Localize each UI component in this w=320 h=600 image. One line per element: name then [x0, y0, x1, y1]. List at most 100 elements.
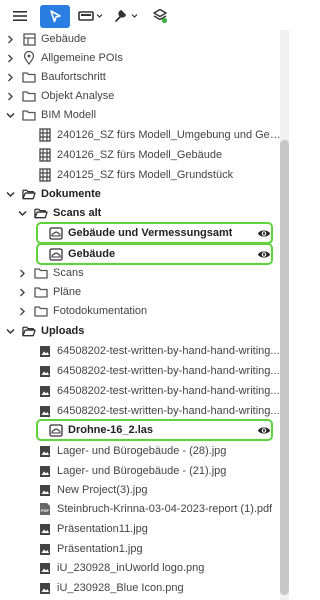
- tree-item-label: Uploads: [41, 325, 85, 337]
- tree-item-label: Gebäude und Vermessungsamt: [68, 227, 233, 239]
- tree-item[interactable]: Objekt Analyse: [0, 87, 290, 106]
- tree-item[interactable]: 64508202-test-written-by-hand-hand-writi…: [0, 362, 290, 381]
- folder-icon: [22, 70, 36, 84]
- image-file-icon: [38, 404, 52, 418]
- tree-item[interactable]: 64508202-test-written-by-hand-hand-writi…: [0, 402, 290, 421]
- image-file-icon: [38, 344, 52, 358]
- tree-item-label: Allgemeine POIs: [41, 52, 123, 64]
- tree-item-label: 64508202-test-written-by-hand-hand-writi…: [57, 365, 280, 377]
- chevron-right-icon[interactable]: [17, 306, 27, 316]
- eye-icon[interactable]: [257, 248, 271, 261]
- tree-item-label: Dokumente: [41, 188, 101, 200]
- tree-item-label: Scans alt: [53, 207, 102, 219]
- tree-item-label: iU_230928_Blue Icon.png: [57, 582, 184, 594]
- tree-item-label: Objekt Analyse: [41, 90, 115, 102]
- bim-model-icon: [38, 128, 52, 142]
- shape-tool-dropdown[interactable]: [78, 4, 104, 28]
- tree-item[interactable]: Dokumente: [0, 185, 290, 204]
- tree-item[interactable]: iU_230928_Blue Icon.png: [0, 579, 290, 598]
- image-file-icon: [38, 384, 52, 398]
- tree-item[interactable]: iU_230928_inUworld logo.png: [0, 559, 290, 578]
- scan-cloud-icon: [49, 226, 63, 240]
- chevron-down-icon[interactable]: [5, 110, 15, 120]
- tree-item[interactable]: Präsentation1.jpg: [0, 540, 290, 559]
- pdf-file-icon: PDF: [38, 502, 52, 516]
- tree-item-label: 240126_SZ fürs Modell_Gebäude: [57, 149, 223, 161]
- folder-open-icon: [22, 324, 36, 338]
- image-file-icon: [38, 444, 52, 458]
- image-file-icon: [38, 483, 52, 497]
- scan-cloud-icon: [49, 423, 63, 437]
- tree-item[interactable]: Präsentation11.jpg: [0, 520, 290, 539]
- eye-icon[interactable]: [257, 227, 271, 240]
- chevron-down-icon[interactable]: [5, 326, 15, 336]
- tree-item[interactable]: 240126_SZ fürs Modell_Gebäude: [0, 146, 290, 165]
- folder-icon: [22, 108, 36, 122]
- hamburger-icon[interactable]: [8, 4, 32, 28]
- tree-item-label: Präsentation11.jpg: [57, 523, 148, 535]
- wrench-dropdown-icon: [115, 9, 138, 22]
- layers-icon: [153, 8, 168, 24]
- chevron-right-icon[interactable]: [5, 72, 15, 82]
- cursor-arrow-icon: [49, 10, 61, 23]
- chevron-right-icon[interactable]: [5, 53, 15, 63]
- tree-item[interactable]: Gebäude: [0, 30, 290, 49]
- image-file-icon: [38, 581, 52, 595]
- image-file-icon: [38, 464, 52, 478]
- tree-item[interactable]: New Project(3).jpg: [0, 481, 290, 500]
- folder-icon: [34, 285, 48, 299]
- chevron-down-icon[interactable]: [5, 189, 15, 199]
- select-tool-button[interactable]: [40, 5, 70, 28]
- tools-dropdown[interactable]: [113, 4, 139, 28]
- tree-item-label: 240125_SZ fürs Modell_Grundstück: [57, 169, 234, 181]
- tree-item[interactable]: Lager- und Bürogebäude - (21).jpg: [0, 462, 290, 481]
- chevron-right-icon[interactable]: [17, 287, 27, 297]
- tree-item[interactable]: 240126_SZ fürs Modell_Umgebung und Gebäu…: [0, 126, 290, 145]
- tree-item-label: 240126_SZ fürs Modell_Umgebung und Gebäu…: [57, 129, 283, 141]
- tree-item-label: Lager- und Bürogebäude - (21).jpg: [57, 465, 227, 477]
- chevron-right-icon[interactable]: [5, 34, 15, 44]
- tree-item[interactable]: Fotodokumentation: [0, 302, 290, 321]
- tree-item[interactable]: 240125_SZ fürs Modell_Grundstück: [0, 166, 290, 185]
- tree-item[interactable]: Gebäude: [0, 245, 290, 264]
- tree-item[interactable]: Allgemeine POIs: [0, 49, 290, 68]
- tree-item[interactable]: BIM Modell: [0, 106, 290, 125]
- tree-item[interactable]: PDF Steinbruch-Krinna-03-04-2023-report (…: [0, 500, 290, 519]
- tree-item-label: Präsentation1.jpg: [57, 543, 143, 555]
- tree-item-label: Lager- und Bürogebäude - (28).jpg: [57, 445, 227, 457]
- layers-button[interactable]: [148, 4, 172, 28]
- tree-item-label: 64508202-test-written-by-hand-hand-writi…: [57, 345, 280, 357]
- tree-item[interactable]: Scans: [0, 264, 290, 283]
- eye-icon[interactable]: [257, 424, 271, 437]
- tree-item-label: Gebäude: [41, 33, 87, 45]
- tree-item[interactable]: Uploads: [0, 322, 290, 341]
- tree-item-label: iU_230928_inUworld logo.png: [57, 562, 205, 574]
- building-grid-icon: [22, 32, 36, 46]
- chevron-right-icon[interactable]: [5, 91, 15, 101]
- tree-item-label: Gebäude: [68, 248, 116, 260]
- tree-item[interactable]: Pläne: [0, 283, 290, 302]
- layer-tree: Gebäude Allgemeine POIs Baufortschritt Obje…: [0, 30, 290, 600]
- scrollbar-thumb[interactable]: [280, 140, 289, 595]
- chevron-right-icon[interactable]: [17, 268, 27, 278]
- tree-item[interactable]: Scans alt: [0, 204, 290, 223]
- tree-item-label: Pläne: [53, 286, 82, 298]
- scan-cloud-icon: [49, 247, 63, 261]
- image-file-icon: [38, 364, 52, 378]
- tree-item[interactable]: Gebäude und Vermessungsamt: [0, 224, 290, 243]
- tree-item-label: Fotodokumentation: [53, 305, 148, 317]
- toolbar: [0, 0, 310, 30]
- tree-item-label: 64508202-test-written-by-hand-hand-writi…: [57, 385, 280, 397]
- tree-item-label: New Project(3).jpg: [57, 484, 148, 496]
- tree-item[interactable]: Drohne-16_2.las: [0, 421, 290, 440]
- tree-item[interactable]: 64508202-test-written-by-hand-hand-writi…: [0, 382, 290, 401]
- rectangle-dropdown-icon: [78, 11, 103, 21]
- bim-model-icon: [38, 148, 52, 162]
- tree-item-label: BIM Modell: [41, 109, 97, 121]
- svg-text:PDF: PDF: [41, 508, 50, 513]
- tree-item[interactable]: Lager- und Bürogebäude - (28).jpg: [0, 442, 290, 461]
- tree-item[interactable]: 64508202-test-written-by-hand-hand-writi…: [0, 342, 290, 361]
- tree-item[interactable]: Baufortschritt: [0, 68, 290, 87]
- folder-open-icon: [22, 187, 36, 201]
- chevron-down-icon[interactable]: [17, 208, 27, 218]
